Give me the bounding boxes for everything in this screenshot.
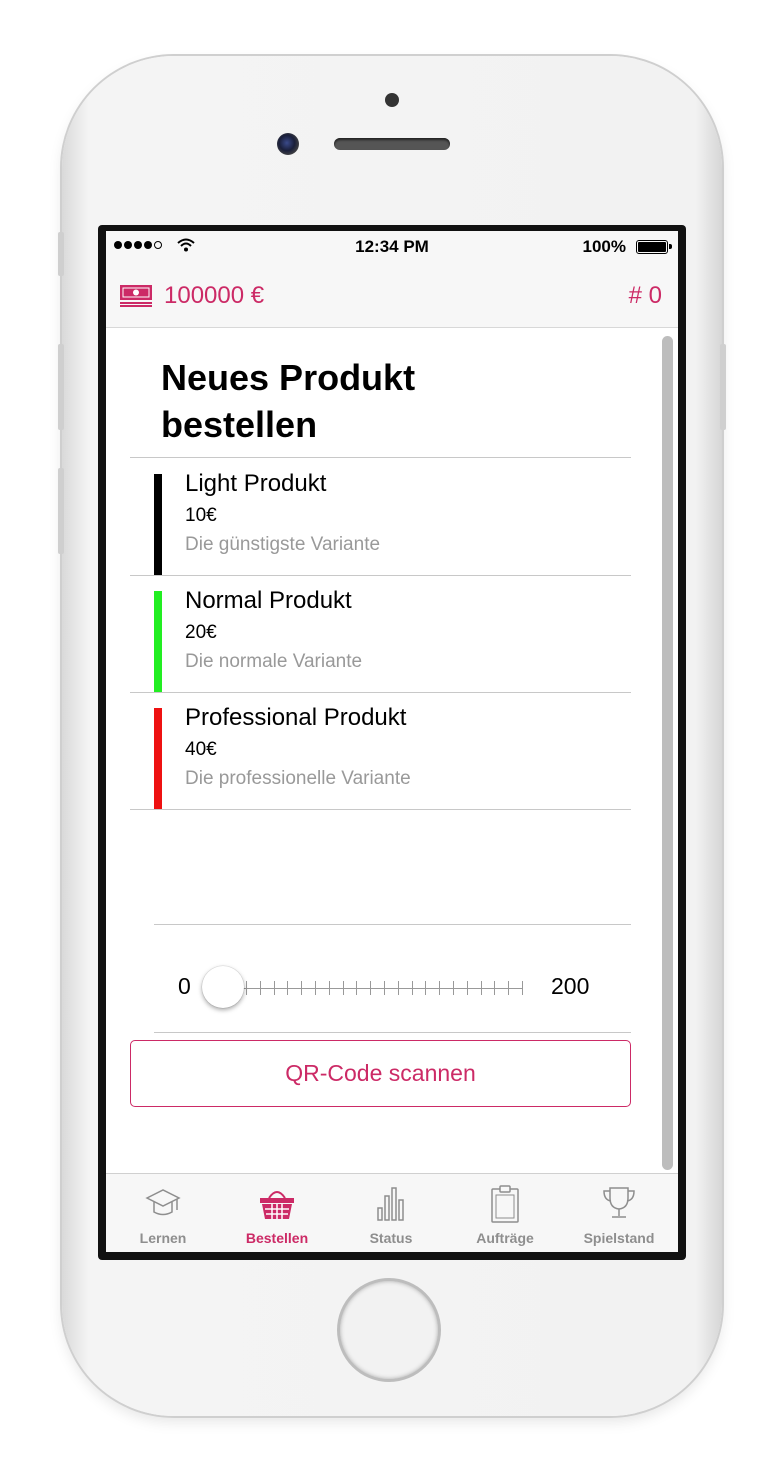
- tab-lernen[interactable]: Lernen: [106, 1174, 220, 1252]
- slider-min-label: 0: [178, 973, 191, 999]
- quantity-slider-track[interactable]: [222, 988, 522, 989]
- product-color-stripe: [154, 474, 162, 575]
- balance-display: 100000 €: [164, 282, 265, 309]
- slider-tick: [356, 981, 358, 995]
- product-description: Die normale Variante: [185, 651, 363, 672]
- product-price: 40€: [185, 739, 217, 760]
- slider-tick: [273, 981, 275, 995]
- product-item-light[interactable]: Light Produkt 10€ Die günstigste Variant…: [130, 458, 631, 576]
- product-name: Light Produkt: [185, 470, 327, 497]
- tab-label: Spielstand: [583, 1230, 655, 1246]
- slider-max-label: 200: [551, 973, 590, 999]
- order-counter: # 0: [628, 282, 662, 309]
- battery-percentage: 100%: [582, 237, 626, 256]
- slider-tick: [315, 981, 316, 995]
- earpiece-speaker: [334, 138, 450, 150]
- scrollbar[interactable]: [662, 336, 673, 1170]
- volume-down-button: [58, 468, 64, 554]
- scan-qr-code-button[interactable]: QR-Code scannen: [130, 1040, 631, 1107]
- product-name: Normal Produkt: [185, 587, 352, 614]
- slider-tick: [466, 981, 468, 995]
- bar-chart-icon: [377, 1187, 404, 1221]
- slider-tick: [453, 981, 454, 995]
- slider-tick: [287, 981, 289, 995]
- slider-tick: [342, 981, 344, 995]
- proximity-sensor: [385, 93, 399, 107]
- volume-up-button: [58, 344, 64, 430]
- graduation-cap-icon: [145, 1189, 181, 1216]
- slider-tick: [480, 981, 482, 995]
- power-button: [720, 344, 726, 430]
- tab-label: Bestellen: [245, 1230, 309, 1246]
- product-price: 20€: [185, 622, 217, 643]
- page-title: Neues Produkt bestellen: [161, 357, 416, 445]
- product-price: 10€: [185, 505, 217, 526]
- app-screen: 12:34 PM 100% 100000 € # 0 Neues Produkt…: [106, 231, 678, 1252]
- slider-tick: [411, 981, 413, 995]
- tab-spielstand[interactable]: Spielstand: [562, 1174, 676, 1252]
- tab-auftraege[interactable]: Aufträge: [448, 1174, 562, 1252]
- tab-bar: Lernen Bestellen Status Aufträge Spielst…: [106, 1173, 678, 1252]
- front-camera: [277, 133, 299, 155]
- money-icon: [120, 285, 152, 307]
- battery-icon: [636, 240, 672, 254]
- trophy-icon: [603, 1187, 635, 1218]
- product-color-stripe: [154, 708, 162, 809]
- tab-label: Status: [369, 1230, 413, 1246]
- main-content: Neues Produkt bestellen Light Produkt 10…: [106, 328, 678, 1173]
- tab-bestellen[interactable]: Bestellen: [220, 1174, 334, 1252]
- product-description: Die günstigste Variante: [185, 534, 381, 555]
- product-item-professional[interactable]: Professional Produkt 40€ Die professione…: [130, 692, 631, 810]
- tab-label: Aufträge: [476, 1230, 534, 1246]
- slider-tick: [301, 981, 303, 995]
- slider-tick: [259, 981, 261, 995]
- slider-tick: [328, 981, 330, 995]
- slider-top-divider: [154, 924, 631, 925]
- slider-tick: [397, 981, 399, 995]
- slider-tick: [439, 981, 441, 995]
- slider-tick: [384, 981, 385, 995]
- slider-bottom-divider: [154, 1032, 631, 1033]
- slider-tick: [425, 981, 427, 995]
- slider-tick: [508, 981, 510, 995]
- top-bar: 100000 € # 0: [106, 265, 678, 328]
- slider-tick: [370, 981, 372, 995]
- product-color-stripe: [154, 591, 162, 692]
- silent-switch: [58, 232, 64, 276]
- tab-status[interactable]: Status: [334, 1174, 448, 1252]
- basket-icon: [260, 1191, 294, 1219]
- product-item-normal[interactable]: Normal Produkt 20€ Die normale Variante: [130, 575, 631, 693]
- slider-tick: [246, 981, 247, 995]
- product-name: Professional Produkt: [185, 704, 407, 731]
- tab-label: Lernen: [139, 1230, 187, 1246]
- clipboard-icon: [491, 1185, 519, 1223]
- slider-tick: [494, 981, 496, 995]
- home-button[interactable]: [340, 1281, 438, 1379]
- product-description: Die professionelle Variante: [185, 768, 411, 789]
- status-bar: 12:34 PM 100%: [106, 231, 678, 265]
- quantity-slider-thumb[interactable]: [202, 966, 244, 1008]
- slider-tick: [522, 981, 523, 995]
